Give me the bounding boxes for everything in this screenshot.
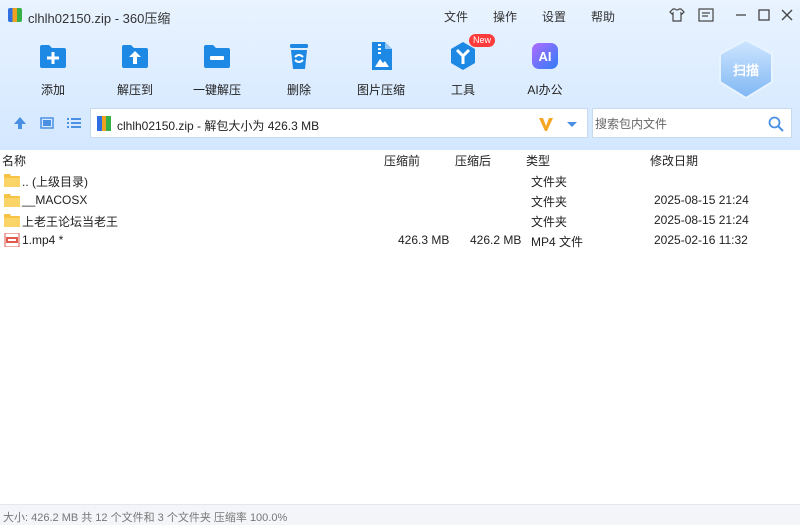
folder-icon xyxy=(4,193,20,207)
zip-file-icon xyxy=(97,116,111,131)
up-level-icon[interactable] xyxy=(11,114,29,132)
menu-settings[interactable]: 设置 xyxy=(542,8,566,25)
mp4-file-icon xyxy=(4,232,20,248)
file-modified: 2025-08-15 21:24 xyxy=(654,193,749,207)
address-bar[interactable]: clhlh02150.zip - 解包大小为 426.3 MB xyxy=(90,108,588,138)
add-button[interactable]: 添加 xyxy=(17,38,89,98)
image-compress-label: 图片压缩 xyxy=(356,83,405,97)
tools-button[interactable]: New 工具 xyxy=(427,34,499,98)
file-name: 上老王论坛当老王 xyxy=(22,215,119,229)
folder-icon xyxy=(4,213,20,227)
column-compressed-before[interactable]: 压缩前 xyxy=(384,152,420,169)
column-header: 名称 压缩前 压缩后 类型 修改日期 xyxy=(0,150,800,168)
file-row[interactable]: 1.mp4 * 426.3 MB 426.2 MB MP4 文件 2025-02… xyxy=(0,230,800,250)
file-name: .. (上级目录) xyxy=(22,175,88,189)
one-click-extract-label: 一键解压 xyxy=(192,83,241,97)
maximize-icon[interactable] xyxy=(755,6,773,24)
tools-label: 工具 xyxy=(450,83,475,97)
title-bar: clhlh02150.zip - 360压缩 文件 操作 设置 帮助 xyxy=(0,0,800,30)
tools-icon: New xyxy=(447,34,495,72)
file-row[interactable]: __MACOSX 文件夹 2025-08-15 21:24 xyxy=(0,190,800,210)
file-name: __MACOSX xyxy=(22,193,88,207)
file-size-after: 426.2 MB xyxy=(470,233,522,247)
menu-operation[interactable]: 操作 xyxy=(493,8,517,25)
status-bar: 大小: 426.2 MB 共 12 个文件和 3 个文件夹 压缩率 100.0% xyxy=(0,504,800,525)
file-type: 文件夹 xyxy=(531,175,568,189)
window-title: clhlh02150.zip - 360压缩 xyxy=(28,11,171,26)
ai-office-label: AI办公 xyxy=(527,83,563,97)
new-badge: New xyxy=(468,34,495,47)
one-click-extract-button[interactable]: 一键解压 xyxy=(181,38,253,98)
ai-office-icon: AI xyxy=(529,40,561,72)
delete-icon xyxy=(283,40,315,72)
file-name: 1.mp4 * xyxy=(22,233,64,247)
skin-icon[interactable] xyxy=(668,6,686,24)
extract-to-icon xyxy=(119,40,151,72)
v-logo-icon[interactable] xyxy=(537,115,555,133)
delete-button[interactable]: 删除 xyxy=(263,38,335,98)
column-name[interactable]: 名称 xyxy=(2,152,26,169)
menu-help[interactable]: 帮助 xyxy=(591,8,615,25)
search-box[interactable] xyxy=(592,108,792,138)
extract-to-label: 解压到 xyxy=(116,83,153,97)
extract-to-button[interactable]: 解压到 xyxy=(99,38,171,98)
file-row[interactable]: .. (上级目录) 文件夹 xyxy=(0,170,800,190)
file-type: 文件夹 xyxy=(531,195,568,209)
column-modified[interactable]: 修改日期 xyxy=(650,152,698,169)
address-text: clhlh02150.zip - 解包大小为 426.3 MB xyxy=(117,119,320,133)
image-compress-button[interactable]: 图片压缩 xyxy=(345,38,417,98)
file-modified: 2025-02-16 11:32 xyxy=(654,233,748,247)
app-logo-icon xyxy=(8,8,22,22)
file-size-before: 426.3 MB xyxy=(398,233,450,247)
minimize-icon[interactable] xyxy=(732,6,750,24)
scan-label: 扫描 xyxy=(732,63,759,78)
add-icon xyxy=(37,40,69,72)
ai-icon-text: AI xyxy=(539,49,552,64)
column-type[interactable]: 类型 xyxy=(526,152,550,169)
one-click-extract-icon xyxy=(201,40,233,72)
feedback-icon[interactable] xyxy=(697,6,715,24)
ai-office-button[interactable]: AI AI办公 xyxy=(509,38,581,98)
image-compress-icon xyxy=(365,40,397,72)
chevron-down-icon[interactable] xyxy=(565,117,579,131)
thumbnail-view-icon[interactable] xyxy=(38,114,56,132)
menu-file[interactable]: 文件 xyxy=(444,8,468,25)
search-icon[interactable] xyxy=(767,115,785,133)
scan-button[interactable]: 扫描 xyxy=(716,38,776,100)
file-modified: 2025-08-15 21:24 xyxy=(654,213,749,227)
folder-icon xyxy=(4,173,20,187)
status-text: 大小: 426.2 MB 共 12 个文件和 3 个文件夹 压缩率 100.0% xyxy=(3,512,288,524)
file-row[interactable]: 上老王论坛当老王 文件夹 2025-08-15 21:24 xyxy=(0,210,800,230)
delete-label: 删除 xyxy=(286,83,311,97)
add-label: 添加 xyxy=(40,83,65,97)
close-icon[interactable] xyxy=(778,6,796,24)
file-type: MP4 文件 xyxy=(531,235,584,249)
search-input[interactable] xyxy=(595,115,763,133)
file-type: 文件夹 xyxy=(531,215,568,229)
list-view-icon[interactable] xyxy=(65,114,83,132)
column-compressed-after[interactable]: 压缩后 xyxy=(455,152,491,169)
